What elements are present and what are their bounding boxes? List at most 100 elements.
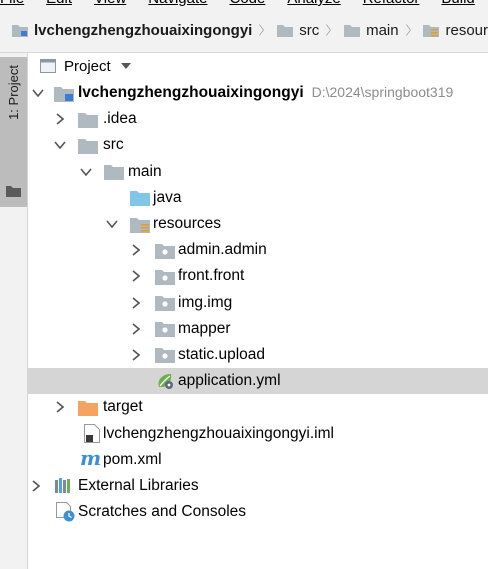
package-folder-icon — [155, 269, 175, 285]
chevron-right-icon[interactable] — [32, 480, 40, 492]
module-file-icon — [84, 424, 100, 444]
breadcrumb-src-label: src — [299, 21, 320, 39]
menu-item[interactable]: Build — [441, 0, 474, 7]
tree-iml-label: lvchengzhengzhouaixingongyi.iml — [103, 424, 334, 442]
breadcrumb-separator-icon — [326, 24, 332, 36]
chevron-right-icon[interactable] — [56, 113, 64, 125]
folder-icon — [6, 186, 21, 197]
chevron-down-icon[interactable] — [120, 63, 131, 69]
breadcrumb-resources-label: resour — [445, 21, 488, 39]
folder-icon — [104, 165, 124, 181]
chevron-right-icon[interactable] — [132, 244, 140, 256]
tree-row-main[interactable]: main — [28, 159, 488, 185]
chevron-right-icon[interactable] — [132, 270, 140, 283]
tree-img-label: img.img — [178, 293, 233, 311]
tree-idea-label: .idea — [103, 110, 137, 128]
excluded-folder-icon — [78, 400, 98, 416]
menu-bar: File Edit View Navigate Code Analyze Refactor B… — [0, 0, 488, 8]
tree-root-label: lvchengzhengzhouaixingongyi D:\2024\sprin… — [78, 84, 453, 102]
spring-config-icon — [158, 374, 173, 390]
folder-icon — [344, 24, 361, 37]
breadcrumb-separator-icon — [405, 24, 411, 36]
project-panel-header[interactable]: Project — [28, 53, 488, 79]
tree-admin-label: admin.admin — [178, 241, 267, 259]
maven-icon: m — [80, 445, 102, 470]
resources-folder-icon — [423, 24, 440, 37]
breadcrumb-resources[interactable]: resour — [411, 8, 488, 52]
breadcrumb-src[interactable]: src — [265, 8, 319, 52]
tree-row-java[interactable]: java — [28, 185, 488, 211]
breadcrumb-module-label: lvchengzhengzhouaixingongyi — [34, 21, 253, 39]
menu-items: File Edit View Navigate Code Analyze Refactor B… — [0, 0, 488, 7]
menu-item[interactable]: View — [94, 0, 126, 7]
tree-src-label: src — [103, 136, 124, 154]
libraries-icon — [55, 478, 70, 494]
chevron-down-icon[interactable] — [106, 220, 118, 229]
menu-item[interactable]: Code — [229, 0, 265, 7]
tree-row-admin[interactable]: admin.admin — [28, 237, 488, 263]
menu-item[interactable]: Navigate — [148, 0, 207, 7]
project-panel-title: Project — [64, 57, 111, 75]
tree-mapper-label: mapper — [178, 319, 231, 337]
scratches-icon — [56, 502, 75, 522]
breadcrumb-main[interactable]: main — [332, 8, 399, 52]
tree-java-label: java — [153, 188, 182, 206]
tree-row-idea[interactable]: .idea — [28, 106, 488, 132]
tree-row-target[interactable]: target — [28, 394, 488, 420]
chevron-right-icon[interactable] — [132, 349, 140, 361]
breadcrumb-separator-icon — [259, 24, 265, 36]
menu-item[interactable]: Analyze — [287, 0, 340, 7]
root-path: D:\2024\springboot319 — [311, 84, 454, 101]
tree-libraries-label: External Libraries — [78, 476, 199, 494]
menu-item[interactable]: File — [0, 0, 24, 7]
chevron-down-icon[interactable] — [32, 89, 44, 98]
tree-row-front[interactable]: front.front — [28, 263, 488, 289]
project-tree: lvchengzhengzhouaixingongyi D:\2024\sprin… — [28, 80, 488, 525]
tree-scratches-label: Scratches and Consoles — [78, 503, 247, 521]
root-name: lvchengzhengzhouaixingongyi — [78, 84, 304, 102]
folder-icon — [78, 112, 98, 128]
tree-row-mapper[interactable]: mapper — [28, 316, 488, 342]
folder-icon — [277, 24, 294, 37]
tree-row-root[interactable]: lvchengzhengzhouaixingongyi D:\2024\sprin… — [28, 80, 488, 106]
tree-front-label: front.front — [178, 267, 245, 285]
tool-window-strip: 1: Project — [0, 53, 28, 569]
project-tool-tab[interactable]: 1: Project — [0, 57, 27, 207]
tree-row-external-libraries[interactable]: External Libraries — [28, 473, 488, 499]
menu-item[interactable]: Refactor — [363, 0, 420, 7]
chevron-right-icon[interactable] — [56, 401, 64, 413]
resources-folder-icon — [130, 217, 150, 233]
chevron-down-icon[interactable] — [54, 141, 66, 150]
breadcrumb-module[interactable]: lvchengzhengzhouaixingongyi — [0, 8, 252, 52]
project-tool-tab-label: 1: Project — [6, 65, 21, 120]
tree-resources-label: resources — [153, 215, 222, 233]
tree-row-scratches[interactable]: Scratches and Consoles — [28, 499, 488, 525]
tree-row-static[interactable]: static.upload — [28, 342, 488, 368]
tree-row-src[interactable]: src — [28, 132, 488, 158]
tree-row-resources[interactable]: resources — [28, 211, 488, 237]
module-folder-icon — [54, 86, 74, 102]
folder-icon — [78, 138, 98, 154]
tree-row-img[interactable]: img.img — [28, 290, 488, 316]
tree-main-label: main — [128, 162, 162, 180]
tree-static-label: static.upload — [178, 345, 266, 363]
tree-pom-label: pom.xml — [103, 450, 162, 468]
tree-row-pom[interactable]: m pom.xml — [28, 445, 488, 473]
module-folder-icon — [12, 24, 28, 37]
source-folder-icon — [130, 191, 150, 207]
package-folder-icon — [155, 322, 175, 338]
breadcrumb-main-label: main — [366, 21, 399, 39]
project-view-icon — [40, 59, 56, 73]
tree-target-label: target — [103, 398, 143, 416]
chevron-right-icon[interactable] — [132, 296, 140, 309]
package-folder-icon — [155, 348, 175, 364]
chevron-down-icon[interactable] — [80, 168, 92, 176]
chevron-right-icon[interactable] — [132, 323, 140, 335]
package-folder-icon — [155, 243, 175, 259]
navigation-bar: lvchengzhengzhouaixingongyi src main res… — [0, 8, 488, 53]
menu-item[interactable]: Edit — [46, 0, 72, 7]
tree-row-iml[interactable]: lvchengzhengzhouaixingongyi.iml — [28, 420, 488, 446]
tree-application-label: application.yml — [178, 372, 281, 390]
package-folder-icon — [155, 296, 175, 312]
tree-row-application-yml[interactable]: application.yml — [28, 368, 488, 395]
